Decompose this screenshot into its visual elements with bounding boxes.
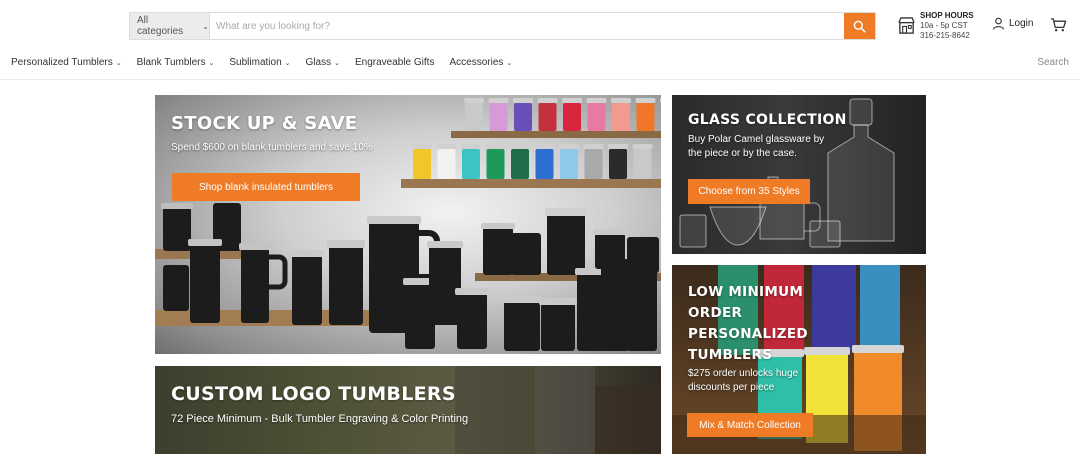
glass-banner-subtitle: Buy Polar Camel glassware by the piece o…: [688, 134, 825, 159]
low-banner-title-line: LOW MINIMUM: [688, 284, 804, 300]
stock-banner-subtitle: Spend $600 on blank tumblers and save 10…: [171, 142, 373, 153]
tumbler-lid: [562, 98, 582, 103]
tumbler-lid: [660, 98, 661, 103]
glass-banner-title: GLASS COLLECTION: [688, 112, 847, 128]
nav-item-glass[interactable]: Glass ⌄: [306, 57, 340, 68]
tumbler-lid: [611, 98, 631, 103]
low-minimum-banner[interactable]: LOW MINIMUM ORDER PERSONALIZED TUMBLERS …: [672, 265, 926, 454]
tumbler-lid: [412, 144, 432, 149]
mix-match-button[interactable]: Mix & Match Collection: [687, 413, 813, 437]
tumbler-lid: [513, 98, 533, 103]
tumbler-lid: [559, 144, 579, 149]
chevron-down-icon: ⌄: [208, 59, 215, 67]
choose-styles-button[interactable]: Choose from 35 Styles: [688, 179, 810, 204]
low-banner-title-line: TUMBLERS: [688, 347, 773, 363]
search-button[interactable]: [844, 13, 875, 39]
tumbler-cup: [612, 103, 630, 131]
nav-item-label: Engraveable Gifts: [354, 57, 435, 68]
tumbler-lid: [608, 144, 628, 149]
chevron-down-icon: ⌄: [115, 59, 122, 67]
custom-tumbler-image: [455, 366, 661, 454]
main-nav: Personalized Tumblers ⌄ Blank Tumblers ⌄…: [11, 57, 527, 68]
category-select-label: All categories: [137, 15, 184, 37]
custom-logo-banner[interactable]: CUSTOM LOGO TUMBLERS 72 Piece Minimum - …: [155, 366, 661, 454]
nav-item-accessories[interactable]: Accessories ⌄: [449, 57, 512, 68]
search-icon: [853, 20, 866, 33]
tumbler-cup: [587, 103, 606, 131]
site-header: All categories ⌄ SHOP HOURS 10a - 5p CST…: [0, 0, 1080, 80]
nav-item-label: Personalized Tumblers: [11, 57, 113, 68]
tumbler-cup: [413, 149, 431, 179]
low-banner-subtitle: $275 order unlocks huge discounts per pi…: [688, 368, 799, 393]
tumbler-lid: [436, 144, 457, 149]
tumbler-cup: [535, 149, 554, 179]
tumbler-cup: [486, 149, 505, 179]
tumbler-cup: [489, 103, 508, 131]
tumbler-lid: [464, 98, 484, 103]
nav-item-sublimation[interactable]: Sublimation ⌄: [229, 57, 290, 68]
tumbler-lid: [635, 98, 656, 103]
cart-button[interactable]: [1050, 17, 1067, 38]
search-input[interactable]: [210, 13, 844, 39]
stock-up-banner[interactable]: STOCK UP & SAVE Spend $600 on blank tumb…: [155, 95, 661, 354]
tumbler-cup: [514, 103, 532, 131]
low-banner-title: LOW MINIMUM ORDER PERSONALIZED TUMBLERS: [688, 282, 808, 366]
nav-item-label: Blank Tumblers: [136, 57, 206, 68]
custom-banner-subtitle: 72 Piece Minimum - Bulk Tumbler Engravin…: [171, 413, 469, 425]
tumbler-cup: [437, 149, 456, 179]
chevron-down-icon: ⌄: [202, 21, 209, 31]
shop-blank-tumblers-button[interactable]: Shop blank insulated tumblers: [172, 173, 360, 201]
nav-item-blank-tumblers[interactable]: Blank Tumblers ⌄: [137, 57, 215, 68]
tumbler-cup: [636, 103, 655, 131]
tumbler-lid: [488, 98, 509, 103]
shop-hours-phone: 316-215-8642: [920, 31, 970, 40]
nav-search-link[interactable]: Search: [1037, 57, 1069, 68]
nav-item-label: Glass: [305, 57, 332, 68]
tumbler-lid: [537, 98, 558, 103]
nav-item-label: Accessories: [449, 57, 504, 68]
tumbler-cup: [560, 149, 578, 179]
category-select[interactable]: All categories ⌄: [130, 13, 210, 39]
tumbler-lid: [461, 144, 481, 149]
search-bar: All categories ⌄: [129, 12, 876, 40]
tumbler-lid: [586, 98, 607, 103]
chevron-down-icon: ⌄: [334, 59, 340, 67]
tumbler-lid: [485, 144, 506, 149]
login-link[interactable]: Login: [992, 17, 1033, 30]
tumbler-cup: [633, 149, 652, 179]
user-icon: [992, 17, 1005, 30]
login-label: Login: [1009, 18, 1034, 29]
custom-banner-title: CUSTOM LOGO TUMBLERS: [171, 383, 456, 405]
low-banner-title-line: ORDER: [688, 305, 743, 321]
nav-item-engraveable-gifts[interactable]: Engraveable Gifts: [355, 57, 435, 68]
tumbler-lid: [632, 144, 653, 149]
shop-hours-time: 10a - 5p CST: [920, 21, 968, 30]
low-banner-title-line: PERSONALIZED: [688, 326, 808, 342]
nav-item-personalized-tumblers[interactable]: Personalized Tumblers ⌄: [11, 57, 122, 68]
store-icon: [898, 17, 915, 34]
stock-banner-title: STOCK UP & SAVE: [171, 113, 358, 134]
tumbler-cup: [511, 149, 529, 179]
nav-item-label: Sublimation: [229, 57, 282, 68]
tumbler-cup: [563, 103, 581, 131]
tumbler-cup: [465, 103, 483, 131]
tumbler-cup: [538, 103, 557, 131]
tumbler-cup: [584, 149, 603, 179]
tumbler-cup: [462, 149, 480, 179]
chevron-down-icon: ⌄: [284, 59, 291, 67]
tumbler-cup: [609, 149, 627, 179]
cart-icon: [1050, 18, 1067, 32]
tumbler-lid: [583, 144, 604, 149]
tumbler-lid: [534, 144, 555, 149]
tumbler-lid: [510, 144, 530, 149]
shop-hours[interactable]: SHOP HOURS 10a - 5p CST 316-215-8642: [897, 11, 974, 41]
chevron-down-icon: ⌄: [506, 59, 513, 67]
shop-hours-title: SHOP HOURS: [920, 11, 974, 20]
glass-collection-banner[interactable]: GLASS COLLECTION Buy Polar Camel glasswa…: [672, 95, 926, 254]
